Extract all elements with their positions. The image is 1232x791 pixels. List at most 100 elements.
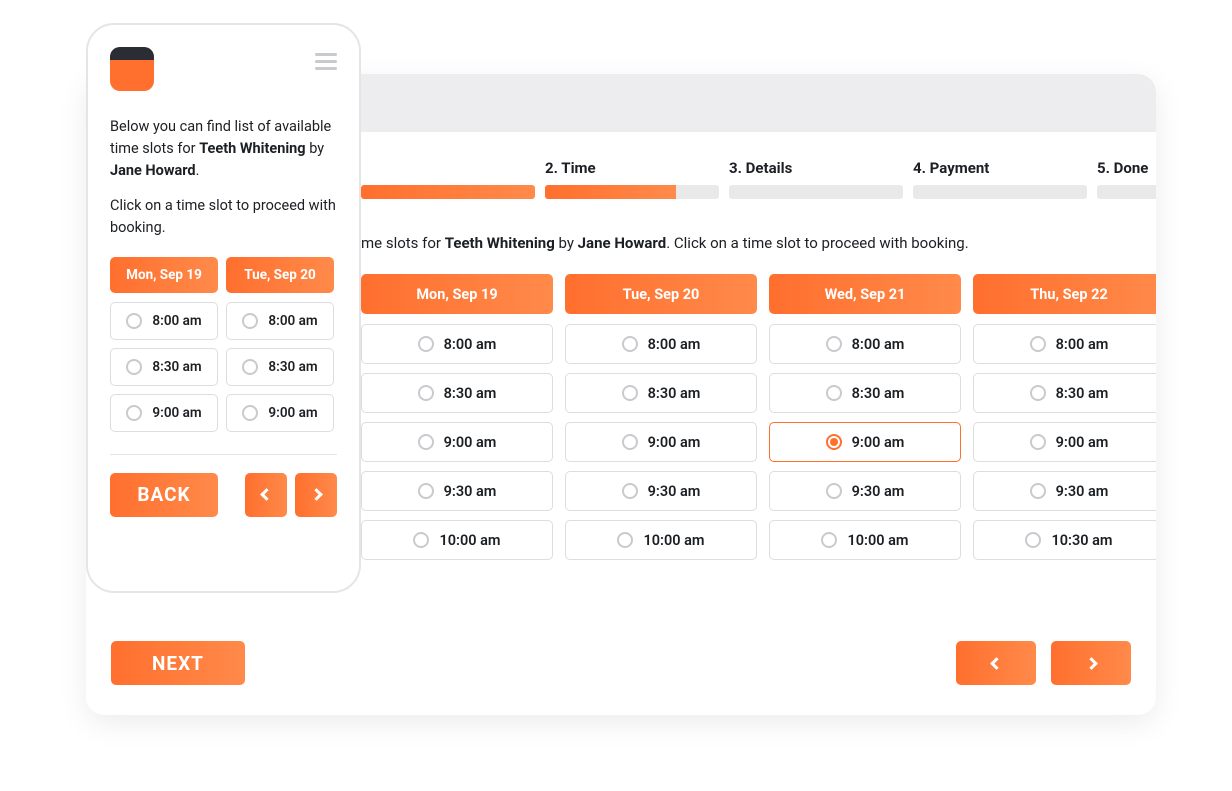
- step-label: 3. Details: [729, 159, 903, 185]
- hamburger-menu-button[interactable]: [315, 47, 337, 70]
- time-slot-label: 8:30 am: [444, 385, 497, 402]
- time-slot-label: 9:30 am: [648, 483, 701, 500]
- time-slot[interactable]: 8:00 am: [769, 324, 961, 364]
- radio-icon: [242, 405, 258, 421]
- day-column: Mon, Sep 198:00 am8:30 am9:00 am9:30 am1…: [361, 274, 553, 569]
- time-slot[interactable]: 8:00 am: [565, 324, 757, 364]
- chevron-right-icon: [310, 488, 323, 501]
- mobile-footer: BACK: [110, 473, 337, 517]
- day-header: Thu, Sep 22: [973, 274, 1156, 314]
- time-slot[interactable]: 8:00 am: [110, 302, 218, 340]
- progress-steps: . 2. Time 3. Details 4. Payment 5. Done: [361, 159, 1156, 199]
- mobile-booking-widget: Below you can find list of available tim…: [86, 23, 361, 593]
- desktop-next-week-button[interactable]: [1051, 641, 1131, 685]
- mobile-next-day-button[interactable]: [295, 473, 337, 517]
- radio-icon: [1030, 434, 1046, 450]
- step-bar-partial: [545, 185, 719, 199]
- time-slot[interactable]: 8:00 am: [226, 302, 334, 340]
- time-slot[interactable]: 10:00 am: [769, 520, 961, 560]
- radio-icon: [126, 405, 142, 421]
- intro-part: me slots for: [361, 234, 445, 252]
- mobile-header: [110, 47, 337, 91]
- radio-icon: [126, 359, 142, 375]
- back-button[interactable]: BACK: [110, 473, 218, 517]
- time-slot-label: 8:00 am: [152, 313, 201, 329]
- step-bar-empty: [913, 185, 1087, 199]
- time-slot[interactable]: 10:00 am: [565, 520, 757, 560]
- intro-part: . Click on a time slot to proceed with b…: [666, 234, 968, 252]
- step-payment: 4. Payment: [913, 159, 1087, 199]
- hamburger-bar-icon: [315, 60, 337, 63]
- time-slot[interactable]: 8:30 am: [361, 373, 553, 413]
- time-slot[interactable]: 8:30 am: [110, 348, 218, 386]
- day-column: Tue, Sep 20 8:00 am 8:30 am 9:00 am: [226, 257, 334, 440]
- day-header: Tue, Sep 20: [565, 274, 757, 314]
- time-slot-label: 9:00 am: [444, 434, 497, 451]
- step-label: 2. Time: [545, 159, 719, 185]
- provider-name: Jane Howard: [110, 162, 196, 179]
- time-slot[interactable]: 8:30 am: [565, 373, 757, 413]
- radio-icon: [1030, 385, 1046, 401]
- radio-icon: [826, 385, 842, 401]
- time-slot[interactable]: 9:30 am: [361, 471, 553, 511]
- time-slot-label: 9:00 am: [268, 405, 317, 421]
- radio-icon: [821, 532, 837, 548]
- step-time: 2. Time: [545, 159, 719, 199]
- desktop-prev-week-button[interactable]: [956, 641, 1036, 685]
- time-slot-label: 8:00 am: [852, 336, 905, 353]
- time-slot-label: 8:00 am: [444, 336, 497, 353]
- time-slot[interactable]: 8:30 am: [226, 348, 334, 386]
- intro-part: Click on a time slot to proceed with boo…: [110, 195, 337, 239]
- time-slot[interactable]: 9:30 am: [769, 471, 961, 511]
- service-name: Teeth Whitening: [199, 140, 305, 157]
- radio-icon: [826, 434, 842, 450]
- time-slot[interactable]: 9:30 am: [973, 471, 1156, 511]
- time-slot-label: 8:00 am: [648, 336, 701, 353]
- chevron-left-icon: [260, 488, 273, 501]
- radio-icon: [1030, 336, 1046, 352]
- time-slot[interactable]: 10:30 am: [973, 520, 1156, 560]
- time-slot-label: 10:00 am: [847, 532, 908, 549]
- mobile-prev-day-button[interactable]: [245, 473, 287, 517]
- time-slot[interactable]: 9:00 am: [361, 422, 553, 462]
- radio-icon: [622, 385, 638, 401]
- time-slot[interactable]: 10:00 am: [361, 520, 553, 560]
- day-header: Wed, Sep 21: [769, 274, 961, 314]
- time-slot[interactable]: 8:00 am: [361, 324, 553, 364]
- radio-icon: [1030, 483, 1046, 499]
- hamburger-bar-icon: [315, 53, 337, 56]
- desktop-intro-text: me slots for Teeth Whitening by Jane How…: [361, 234, 969, 252]
- time-slot[interactable]: 9:00 am: [973, 422, 1156, 462]
- time-slot[interactable]: 9:00 am: [565, 422, 757, 462]
- day-header: Tue, Sep 20: [226, 257, 334, 293]
- time-slot-label: 8:30 am: [268, 359, 317, 375]
- chevron-left-icon: [990, 657, 1003, 670]
- step-1-filled: .: [361, 159, 535, 199]
- time-slot-label: 9:00 am: [1056, 434, 1109, 451]
- time-slot-label: 9:00 am: [152, 405, 201, 421]
- day-column: Mon, Sep 198:00 am8:30 am9:00 am: [110, 257, 218, 440]
- step-details: 3. Details: [729, 159, 903, 199]
- radio-icon: [826, 483, 842, 499]
- next-button[interactable]: NEXT: [111, 641, 245, 685]
- time-slot[interactable]: 8:30 am: [769, 373, 961, 413]
- radio-icon: [242, 359, 258, 375]
- step-bar-full: [361, 185, 535, 199]
- day-column: Wed, Sep 21 8:00 am 8:30 am 9:00 am 9:30 am 1…: [769, 274, 961, 569]
- divider: [110, 454, 337, 455]
- radio-icon: [126, 313, 142, 329]
- time-slot[interactable]: 8:00 am: [973, 324, 1156, 364]
- time-slot[interactable]: 9:00 am: [769, 422, 961, 462]
- time-slot[interactable]: 9:30 am: [565, 471, 757, 511]
- time-slot[interactable]: 9:00 am: [110, 394, 218, 432]
- day-column: Tue, Sep 20 8:00 am 8:30 am 9:00 am 9:30 am 1…: [565, 274, 757, 569]
- time-slot[interactable]: 8:30 am: [973, 373, 1156, 413]
- time-slot-label: 9:30 am: [852, 483, 905, 500]
- time-slot-label: 10:00 am: [439, 532, 500, 549]
- time-slot[interactable]: 9:00 am: [226, 394, 334, 432]
- hamburger-bar-icon: [315, 67, 337, 70]
- step-label: 5. Done: [1097, 159, 1156, 185]
- time-slot-label: 8:30 am: [648, 385, 701, 402]
- time-slot-label: 9:00 am: [852, 434, 905, 451]
- time-slot-label: 10:30 am: [1051, 532, 1112, 549]
